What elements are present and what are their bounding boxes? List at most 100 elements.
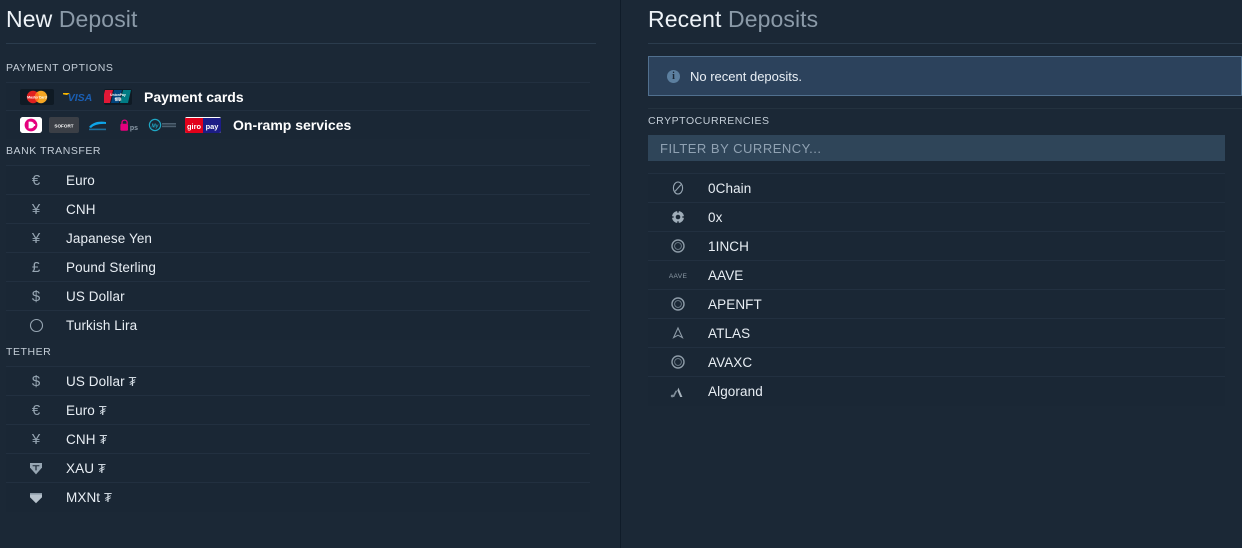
list-item-label: Euro (66, 172, 95, 188)
dollar-icon: $ (31, 287, 41, 305)
svg-text:giro: giro (187, 122, 201, 131)
list-item[interactable]: £ Pound Sterling (6, 253, 590, 282)
list-item[interactable]: € Euro ₮ (6, 396, 590, 425)
svg-text:pay: pay (206, 122, 220, 131)
svg-text:MasterCard: MasterCard (27, 95, 47, 99)
svg-text:UnionPay: UnionPay (110, 93, 126, 97)
zerox-icon (648, 209, 708, 225)
list-item-label: CNH ₮ (66, 432, 107, 447)
algorand-icon (648, 385, 708, 399)
list-item-label: Turkish Lira (66, 318, 138, 333)
list-item-label: Euro ₮ (66, 403, 107, 418)
list-item-label: AAVE (708, 267, 744, 283)
recent-deposits-title-strong: Recent (648, 6, 722, 32)
svg-text:VISA: VISA (68, 92, 93, 104)
no-recent-deposits-alert: i No recent deposits. (648, 56, 1242, 96)
tether-label: TETHER (6, 346, 52, 358)
recent-deposits-panel: Recent Deposits i No recent deposits. CR… (620, 0, 1242, 548)
list-item[interactable]: XAU ₮ (6, 454, 590, 483)
title-divider (6, 43, 596, 44)
list-item[interactable]: ¥ CNH (6, 195, 590, 224)
tether-mark: ₮ (104, 490, 113, 505)
list-item[interactable]: € Euro (6, 166, 590, 195)
svg-text:SOFORT: SOFORT (54, 123, 73, 128)
sofort-logo: SOFORT (49, 117, 79, 133)
recent-deposits-title-weak: Deposits (727, 6, 819, 32)
cryptocurrencies-label: CRYPTOCURRENCIES (648, 115, 770, 127)
new-deposit-panel: New Deposit PAYMENT OPTIONS MasterCard V… (0, 0, 620, 548)
recent-deposits-title: Recent Deposits (648, 0, 1242, 43)
list-item-label: XAU ₮ (66, 461, 106, 476)
cryptocurrency-list: 0Chain 0x 1INCH AAVE AAVE APENFT ATLAS A… (648, 173, 1225, 406)
tether-mark: ₮ (98, 402, 107, 418)
list-item[interactable]: Algorand (648, 377, 1225, 406)
yuan-icon: ¥ (31, 200, 41, 218)
list-item-name: US Dollar (66, 373, 125, 389)
list-item[interactable]: APENFT (648, 290, 1225, 319)
list-item-label: 0x (708, 209, 723, 225)
svg-text:ps: ps (130, 125, 138, 132)
list-item-label: Pound Sterling (66, 259, 156, 275)
list-item-label: 1INCH (708, 238, 750, 254)
list-item[interactable]: AVAXC (648, 348, 1225, 377)
list-item[interactable]: 0x (648, 203, 1225, 232)
svg-text:银联: 银联 (115, 97, 122, 102)
list-item[interactable]: ATLAS (648, 319, 1225, 348)
page-title-weak: Deposit (58, 6, 138, 32)
list-item[interactable]: 0Chain (648, 174, 1225, 203)
list-item-label: 0Chain (708, 180, 752, 196)
lira-icon (6, 318, 66, 333)
yuan-icon: ¥ (31, 430, 41, 448)
unionpay-logo: UnionPay 银联 (104, 88, 132, 105)
list-item[interactable]: $ US Dollar (6, 282, 590, 311)
payment-option-on-ramp-services[interactable]: SOFORT ps My giro pay On-ramp services (6, 111, 590, 139)
list-item[interactable]: MXNt ₮ (6, 483, 590, 512)
atlas-icon (648, 325, 708, 341)
mybank-logo: My (148, 117, 178, 133)
eps-logo: ps (117, 117, 141, 133)
list-item-name: Euro (66, 402, 95, 418)
dollar-icon: $ (31, 372, 41, 390)
dotpay-logo (20, 117, 42, 133)
list-item[interactable]: $ US Dollar ₮ (6, 367, 590, 396)
list-item[interactable]: Turkish Lira (6, 311, 590, 340)
alert-message: No recent deposits. (690, 68, 803, 84)
tether-gold-icon (6, 461, 66, 476)
currency-filter-input[interactable] (648, 135, 1225, 161)
aave-icon: AAVE (648, 269, 708, 281)
list-item-label: MXNt ₮ (66, 490, 112, 505)
tether-mark: ₮ (97, 460, 106, 476)
pound-icon: £ (31, 258, 41, 276)
payment-cards-logos: MasterCard VISA UnionPay 银联 (20, 88, 132, 105)
list-item-label: Algorand (708, 384, 763, 399)
list-item-label: AVAXC (708, 354, 753, 370)
list-item[interactable]: AAVE AAVE (648, 261, 1225, 290)
svg-text:My: My (152, 123, 159, 129)
tether-list: $ US Dollar ₮ € Euro ₮ ¥ CNH ₮ XAU ₮ MXN… (6, 366, 590, 512)
title-divider (648, 43, 1242, 44)
bank-transfer-list: € Euro ¥ CNH ¥ Japanese Yen £ Pound Ster… (6, 165, 590, 340)
tether-mark: ₮ (99, 431, 108, 447)
list-item[interactable]: ¥ Japanese Yen (6, 224, 590, 253)
deposit-page: New Deposit PAYMENT OPTIONS MasterCard V… (0, 0, 1242, 548)
zerochain-icon (648, 180, 708, 196)
list-item-name: CNH (66, 431, 96, 447)
list-item-label: US Dollar (66, 288, 125, 304)
list-item[interactable]: ¥ CNH ₮ (6, 425, 590, 454)
payment-option-label: On-ramp services (233, 117, 352, 133)
list-item-name: XAU (66, 460, 95, 476)
page-title-strong: New (6, 6, 53, 32)
oneinch-icon (648, 238, 708, 254)
payment-option-payment-cards[interactable]: MasterCard VISA UnionPay 银联 Payment card… (6, 83, 590, 111)
mastercard-logo: MasterCard (20, 88, 54, 105)
list-item-label: Japanese Yen (66, 230, 153, 246)
list-item-label: CNH (66, 201, 96, 217)
list-item[interactable]: 1INCH (648, 232, 1225, 261)
visa-logo: VISA (61, 89, 97, 105)
giropay-logo: giro pay (185, 117, 221, 133)
on-ramp-logos: SOFORT ps My giro pay (20, 117, 221, 133)
info-icon: i (667, 69, 680, 83)
list-item-label: US Dollar ₮ (66, 374, 137, 389)
euro-icon: € (31, 401, 41, 419)
list-item-label: ATLAS (708, 325, 751, 341)
